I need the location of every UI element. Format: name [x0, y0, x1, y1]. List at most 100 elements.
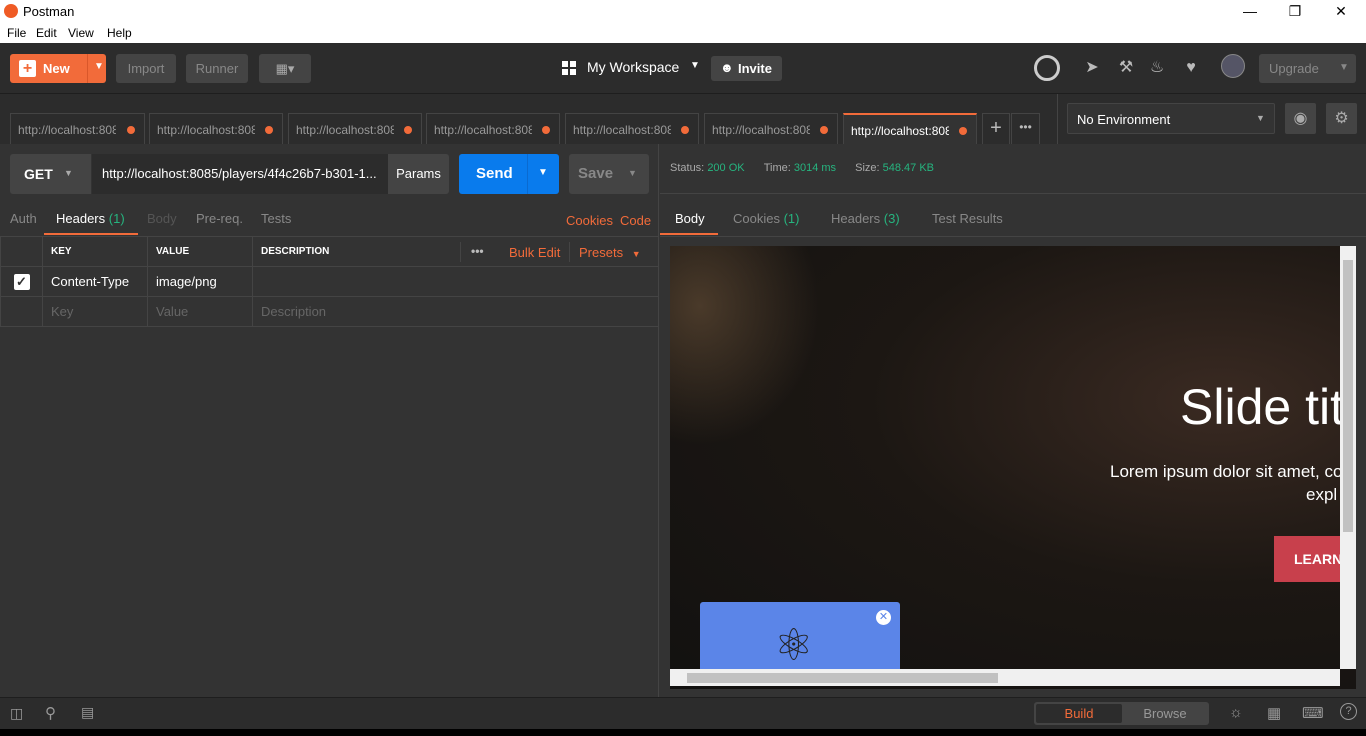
keyboard-icon[interactable]: ⌨	[1302, 704, 1324, 722]
code-link[interactable]: Code	[620, 213, 651, 228]
wrench-icon[interactable]: ⚒	[1115, 57, 1137, 79]
request-tab[interactable]: http://localhost:8085	[149, 113, 283, 144]
workspace-grid-icon	[562, 61, 576, 75]
request-tab[interactable]: http://localhost:8085	[426, 113, 560, 144]
tab-response-body[interactable]: Body	[675, 211, 705, 226]
minimize-icon[interactable]: —	[1227, 0, 1273, 23]
tab-auth[interactable]: Auth	[10, 211, 37, 226]
tab-test-results[interactable]: Test Results	[932, 211, 1003, 226]
url-input[interactable]: http://localhost:8085/players/4f4c26b7-b…	[92, 154, 388, 194]
os-taskbar	[0, 729, 1366, 736]
browse-button[interactable]: Browse	[1122, 704, 1208, 723]
value-input[interactable]: Value	[147, 296, 253, 327]
row-checkbox[interactable]: ✓	[13, 273, 30, 290]
header-value-cell[interactable]: image/png	[147, 266, 253, 297]
tab-body[interactable]: Body	[147, 211, 177, 226]
plus-icon: +	[19, 60, 36, 77]
eye-icon[interactable]: ◉	[1285, 103, 1316, 134]
method-select[interactable]: GET ▼	[10, 154, 91, 194]
unsaved-dot-icon	[542, 126, 550, 134]
request-tab[interactable]: http://localhost:8085	[10, 113, 145, 144]
lightbulb-icon[interactable]: ☼	[1229, 704, 1243, 721]
help-icon[interactable]: ?	[1340, 703, 1357, 720]
sync-status-icon[interactable]	[1034, 55, 1060, 81]
save-button[interactable]: Save ▼	[569, 154, 649, 194]
environment-selected-label: No Environment	[1077, 112, 1171, 127]
maximize-icon[interactable]: ❐	[1272, 0, 1318, 23]
response-image-preview: Slide tit Lorem ipsum dolor sit amet, co…	[670, 246, 1356, 689]
menu-view[interactable]: View	[68, 26, 94, 40]
request-tab-active[interactable]: http://localhost:8085	[843, 113, 977, 144]
window-title: Postman	[23, 4, 75, 19]
size-value: 548.47 KB	[882, 162, 935, 174]
tab-headers[interactable]: Headers (1)	[56, 211, 125, 226]
add-tab-button[interactable]: +	[982, 113, 1010, 144]
bulk-edit-link[interactable]: Bulk Edit	[509, 245, 560, 260]
value-column-header: VALUE	[147, 236, 253, 267]
send-button[interactable]: Send ▼	[459, 154, 559, 194]
search-icon[interactable]: ⚲	[45, 704, 56, 722]
request-tab[interactable]: http://localhost:8085	[565, 113, 699, 144]
slide-text-line1: Lorem ipsum dolor sit amet, co	[1110, 462, 1343, 481]
postman-logo-icon	[4, 4, 18, 18]
close-window-icon[interactable]: ✕	[1318, 0, 1364, 23]
menu-file[interactable]: File	[7, 26, 26, 40]
method-label: GET	[24, 166, 53, 182]
new-button[interactable]: + New ▼	[10, 54, 106, 83]
chevron-down-icon[interactable]: ▼	[94, 61, 104, 72]
request-tab[interactable]: http://localhost:8085	[704, 113, 838, 144]
sidebar-toggle-icon[interactable]: ◫	[10, 705, 23, 722]
menu-help[interactable]: Help	[107, 26, 132, 40]
satellite-icon[interactable]: ➤	[1081, 57, 1103, 79]
slide-title: Slide tit	[1180, 379, 1344, 435]
horizontal-scrollbar[interactable]	[670, 669, 1340, 686]
more-options-icon[interactable]: •••	[471, 244, 484, 258]
unsaved-dot-icon	[404, 126, 412, 134]
header-description-cell[interactable]	[252, 266, 659, 297]
headers-tab-label: Headers	[831, 211, 881, 226]
headers-count: (1)	[108, 211, 125, 226]
new-button-label: New	[43, 61, 70, 76]
vertical-scrollbar[interactable]	[1340, 246, 1356, 669]
menu-bar: File Edit View Help	[0, 23, 1366, 43]
window-title-bar: Postman — ❐ ✕	[0, 0, 1366, 23]
console-icon[interactable]: ▤	[81, 704, 94, 721]
unsaved-dot-icon	[265, 126, 273, 134]
layout-icon[interactable]: ▦	[1267, 704, 1281, 722]
menu-edit[interactable]: Edit	[36, 26, 57, 40]
upgrade-button[interactable]: Upgrade ▼	[1259, 54, 1356, 83]
tab-options-button[interactable]: •••	[1011, 113, 1040, 144]
description-input[interactable]: Description	[252, 296, 659, 327]
invite-button[interactable]: ☻ Invite	[711, 56, 782, 81]
unsaved-dot-icon	[820, 126, 828, 134]
params-button[interactable]: Params	[388, 154, 449, 194]
heart-icon[interactable]: ♥	[1180, 57, 1202, 79]
key-input[interactable]: Key	[42, 296, 148, 327]
chevron-down-icon[interactable]: ▼	[538, 167, 548, 178]
response-headers-count: (3)	[883, 211, 900, 226]
chevron-down-icon[interactable]: ▼	[628, 168, 637, 178]
tab-prereq[interactable]: Pre-req.	[196, 211, 243, 226]
runner-button[interactable]: Runner	[186, 54, 248, 83]
environment-select[interactable]: No Environment ▼	[1067, 103, 1275, 134]
new-window-button[interactable]: ▦▾	[259, 54, 311, 83]
tab-tests[interactable]: Tests	[261, 211, 291, 226]
tab-response-headers[interactable]: Headers (3)	[831, 211, 900, 226]
response-meta: Status: 200 OK Time: 3014 ms Size: 548.4…	[670, 162, 934, 174]
chevron-down-icon: ▼	[1256, 113, 1265, 123]
gear-icon[interactable]: ⚙	[1326, 103, 1357, 134]
bell-icon[interactable]: ♨	[1146, 57, 1168, 79]
tab-response-cookies[interactable]: Cookies (1)	[733, 211, 799, 226]
invite-label: Invite	[738, 61, 772, 76]
import-button[interactable]: Import	[116, 54, 176, 83]
presets-label: Presets	[579, 245, 624, 260]
header-key-cell[interactable]: Content-Type	[42, 266, 148, 297]
cookies-link[interactable]: Cookies	[566, 213, 613, 228]
avatar[interactable]	[1221, 54, 1245, 78]
presets-dropdown[interactable]: Presets ▼	[579, 245, 641, 260]
table-row-empty: Key Value Description	[0, 296, 659, 327]
slide-text-line2: expl	[1306, 485, 1338, 504]
request-tab[interactable]: http://localhost:8085	[288, 113, 422, 144]
time-label: Time:	[763, 162, 791, 174]
build-button[interactable]: Build	[1036, 704, 1122, 723]
